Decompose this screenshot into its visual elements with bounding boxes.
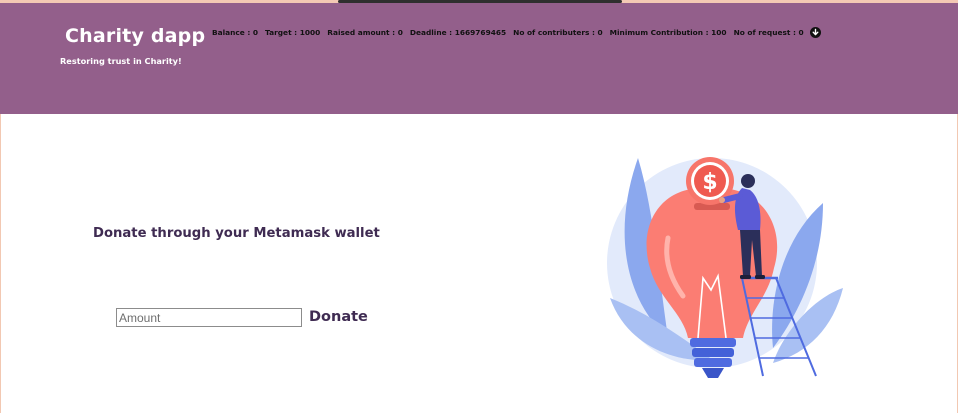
stat-balance: Balance : 0 — [212, 27, 259, 37]
donate-button[interactable]: Donate — [309, 309, 368, 325]
donate-heading: Donate through your Metamask wallet — [93, 226, 380, 241]
arrow-circle-down-icon[interactable] — [809, 26, 821, 38]
campaign-stats-bar: Balance : 0 Target : 1000 Raised amount … — [212, 24, 821, 40]
amount-input[interactable] — [116, 308, 302, 327]
lightbulb-piggy-bank-illustration: $ — [598, 148, 848, 383]
svg-text:$: $ — [702, 170, 717, 195]
stat-raised-amount: Raised amount : 0 — [327, 27, 403, 37]
stat-requests: No of request : 0 — [733, 27, 804, 37]
header-banner: Charity dapp Restoring trust in Charity!… — [0, 3, 958, 114]
page-left-border — [0, 114, 1, 413]
stat-deadline: Deadline : 1669769465 — [409, 27, 507, 37]
stat-target: Target : 1000 — [265, 27, 321, 37]
app-title: Charity dapp — [65, 25, 206, 47]
app-subtitle: Restoring trust in Charity! — [60, 56, 182, 66]
stat-contributors: No of contributers : 0 — [513, 27, 603, 37]
stat-minimum-contribution: Minimum Contribution : 100 — [609, 27, 727, 37]
